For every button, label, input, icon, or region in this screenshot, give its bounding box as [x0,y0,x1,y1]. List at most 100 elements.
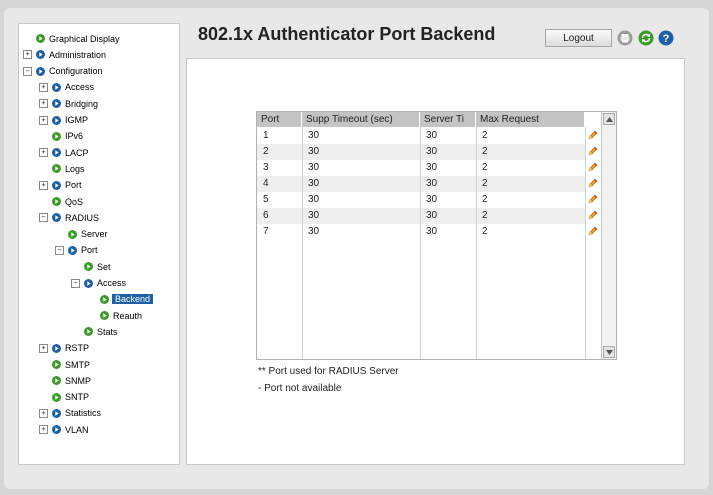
table-cell: 4 [263,178,269,189]
table-cell: 30 [426,178,438,189]
table-scrollbar[interactable] [601,112,616,359]
table-cell: 6 [263,210,269,221]
nav-item-igmp[interactable]: + IGMP [39,113,89,128]
nav-item-label: RSTP [65,343,90,354]
expand-icon[interactable]: + [39,148,48,158]
nav-item-ipv6[interactable]: IPv6 [39,129,84,144]
nav-item-administration[interactable]: + Administration [23,47,107,62]
nav-item-stats[interactable]: Stats [71,324,119,339]
logout-button[interactable]: Logout [545,29,612,47]
arrow-icon [52,360,61,369]
expand-icon[interactable]: + [39,180,48,190]
collapse-icon[interactable]: − [39,213,48,223]
expand-icon[interactable]: + [23,50,32,60]
edit-pencil-icon[interactable] [587,162,598,173]
expand-icon[interactable]: + [39,99,48,109]
nav-item-label: Access [97,278,127,288]
nav-item-smtp[interactable]: SMTP [39,357,91,372]
nav-item-vlan[interactable]: + VLAN [39,422,90,437]
table-cell: 30 [308,162,320,173]
nav-item-label: IPv6 [65,131,84,142]
nav-item-rstp[interactable]: + RSTP [39,341,90,356]
nav-item-access[interactable]: + Access [39,80,95,95]
edit-pencil-icon[interactable] [587,194,598,205]
nav-item-label: QoS [65,196,84,207]
collapse-icon[interactable]: − [23,66,32,76]
expand-icon[interactable]: + [39,343,48,353]
nav-item-snmp[interactable]: SNMP [39,373,92,388]
arrow-icon [36,34,45,43]
arrow-icon [52,392,61,402]
print-icon[interactable] [617,30,633,46]
table-cell: 30 [308,178,320,189]
expand-icon[interactable]: + [39,425,48,435]
expand-icon[interactable]: + [39,115,48,125]
edit-pencil-icon[interactable] [587,130,598,141]
table-cell: 30 [308,146,320,157]
arrow-icon [52,376,61,386]
table-row: 2 30 30 2 [257,144,598,160]
nav-item-label: Bridging [65,98,99,109]
table-row: 6 30 30 2 [257,208,598,224]
nav-item-radius[interactable]: − RADIUS [39,210,100,225]
scroll-up-icon[interactable] [603,113,615,125]
table-cell: 30 [426,130,438,141]
refresh-icon[interactable] [638,30,654,46]
edit-pencil-icon[interactable] [587,226,598,237]
nav-item-logs[interactable]: Logs [39,161,86,176]
nav-item-graphical-display[interactable]: Graphical Display [23,31,121,46]
edit-pencil-icon[interactable] [587,178,598,189]
nav-tree: Graphical Display + Administration − Configu… [18,23,180,465]
nav-item-set[interactable]: Set [71,259,112,274]
nav-item-label: SNMP [65,375,92,386]
edit-pencil-icon[interactable] [587,146,598,157]
help-icon[interactable]: ? [658,30,674,46]
table-cell: 7 [263,226,269,237]
nav-item-label: Port [81,245,98,256]
table-cell: 2 [482,130,488,141]
nav-item-bridging[interactable]: + Bridging [39,96,99,111]
nav-item-label: Logs [65,163,85,174]
nav-item-label: SNTP [65,392,90,403]
collapse-icon[interactable]: − [71,278,80,288]
nav-item-configuration[interactable]: − Configuration [23,64,104,79]
table-cell: 30 [308,210,320,221]
nav-item-label: Stats [97,326,118,337]
table-cell: 2 [482,162,488,173]
arrow-icon [52,82,61,92]
arrow-icon [36,50,45,60]
table-cell: 2 [482,194,488,205]
nav-item-label: SMTP [65,359,91,370]
nav-item-label: VLAN [65,424,89,435]
column-header-port: Port [257,112,302,127]
table-cell: 30 [426,146,438,157]
table-row: 7 30 30 2 [257,224,598,240]
nav-item-label: Graphical Display [49,33,120,44]
scroll-down-icon[interactable] [603,346,615,358]
nav-item-label: IGMP [65,115,89,125]
collapse-icon[interactable]: − [55,245,64,255]
nav-item-lacp[interactable]: + LACP [39,145,90,160]
nav-item-sntp[interactable]: SNTP [39,390,90,405]
expand-icon[interactable]: + [39,82,48,92]
arrow-icon [68,229,77,239]
nav-item-reauth[interactable]: Reauth [87,308,143,323]
arrow-icon [52,425,61,435]
nav-item-access[interactable]: − Access [71,276,127,291]
table-row: 1 30 30 2 [257,128,598,144]
nav-item-port[interactable]: − Port [55,243,99,258]
nav-item-port[interactable]: + Port [39,178,83,193]
table-cell: 2 [482,178,488,189]
nav-item-qos[interactable]: QoS [39,194,84,209]
nav-item-backend[interactable]: Backend [87,292,154,307]
arrow-icon [52,408,61,418]
nav-item-statistics[interactable]: + Statistics [39,406,102,421]
nav-item-label: Reauth [113,310,143,321]
table-row: 5 30 30 2 [257,192,598,208]
table-cell: 30 [426,210,438,221]
column-header-max-request: Max Request [476,112,585,127]
nav-item-server[interactable]: Server [55,227,109,242]
expand-icon[interactable]: + [39,408,48,418]
nav-item-label: LACP [65,147,89,158]
edit-pencil-icon[interactable] [587,210,598,221]
